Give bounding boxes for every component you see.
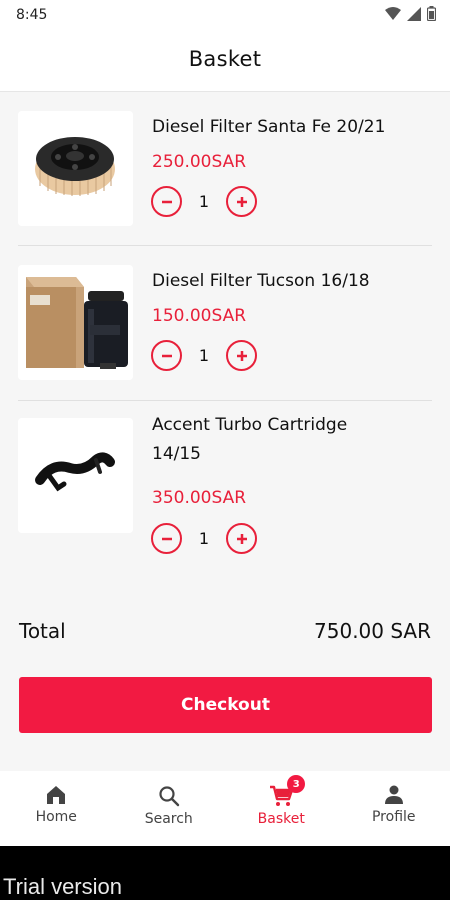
minus-icon: [161, 200, 172, 203]
status-bar: 8:45: [0, 0, 450, 30]
nav-item-label: Home: [35, 809, 77, 825]
quantity-stepper: 1: [151, 523, 257, 554]
app-header: Basket: [0, 30, 450, 92]
product-name: Accent Turbo Cartridge 14/15: [152, 415, 348, 464]
nav-item-label: Search: [144, 811, 193, 827]
checkout-button[interactable]: Checkout: [19, 677, 432, 733]
plus-icon: [236, 196, 247, 207]
product-price: 150.00SAR: [152, 306, 247, 326]
product-price: 350.00SAR: [152, 488, 247, 508]
product-image-boxed-filter[interactable]: [18, 265, 133, 380]
minus-icon: [161, 354, 172, 357]
battery-icon: [427, 6, 436, 21]
status-time: 8:45: [16, 7, 48, 23]
quantity-value: 1: [198, 346, 210, 365]
page-title: Basket: [188, 47, 262, 71]
wifi-icon: [385, 6, 401, 20]
status-icons: [385, 6, 436, 21]
nav-item-home[interactable]: Home: [0, 771, 113, 846]
trial-watermark-text: Trial version: [3, 874, 122, 899]
increase-quantity-button[interactable]: [226, 340, 257, 371]
bottom-navigation: Home Search 3 Basket Profile: [0, 771, 450, 846]
item-divider: [18, 400, 432, 401]
home-icon: [47, 786, 66, 804]
increase-quantity-button[interactable]: [226, 523, 257, 554]
quantity-stepper: 1: [151, 340, 257, 371]
product-image-turbo-hose[interactable]: [18, 418, 133, 533]
quantity-stepper: 1: [151, 186, 257, 217]
plus-icon: [236, 350, 247, 361]
nav-item-label: Profile: [371, 809, 416, 825]
total-label: Total: [19, 619, 66, 643]
nav-item-label: Basket: [257, 811, 305, 827]
decrease-quantity-button[interactable]: [151, 523, 182, 554]
search-icon: [159, 786, 179, 807]
basket-count-badge: 3: [287, 775, 306, 793]
quantity-value: 1: [198, 529, 210, 548]
signal-icon: [407, 6, 421, 21]
item-divider: [18, 245, 432, 246]
minus-icon: [161, 537, 172, 540]
nav-item-profile[interactable]: Profile: [338, 771, 450, 846]
increase-quantity-button[interactable]: [226, 186, 257, 217]
trial-watermark-bar: Trial version: [0, 846, 450, 900]
decrease-quantity-button[interactable]: [151, 186, 182, 217]
profile-icon: [384, 785, 403, 804]
product-price: 250.00SAR: [152, 152, 247, 172]
product-image-round-filter[interactable]: [18, 111, 133, 226]
nav-item-basket[interactable]: 3 Basket: [225, 771, 338, 846]
product-name: Diesel Filter Tucson 16/18: [152, 271, 370, 291]
total-value: 750.00 SAR: [314, 619, 431, 643]
decrease-quantity-button[interactable]: [151, 340, 182, 371]
plus-icon: [236, 533, 247, 544]
quantity-value: 1: [198, 192, 210, 211]
nav-item-search[interactable]: Search: [113, 771, 226, 846]
product-name: Diesel Filter Santa Fe 20/21: [152, 117, 386, 137]
